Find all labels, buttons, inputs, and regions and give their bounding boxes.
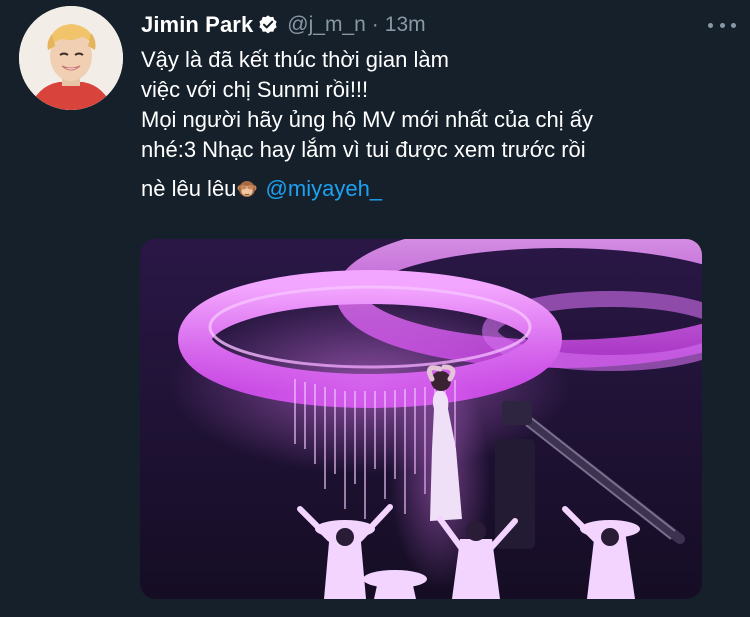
display-name[interactable]: Jimin Park bbox=[141, 12, 253, 38]
tweet-text-line-last: nè lêu lêu @miyayeh_ bbox=[141, 174, 731, 204]
more-options-icon[interactable] bbox=[708, 14, 736, 36]
tweet-text: Vậy là đã kết thúc thời gian làm việc vớ… bbox=[141, 45, 731, 204]
timestamp[interactable]: 13m bbox=[385, 13, 426, 37]
tweet[interactable]: Jimin Park @j_m_n · 13m Vậy là đã kết th… bbox=[0, 0, 750, 617]
tweet-header: Jimin Park @j_m_n · 13m bbox=[141, 9, 426, 41]
tweet-text-line: việc với chị Sunmi rồi!!! bbox=[141, 77, 369, 102]
mention-link[interactable]: @miyayeh_ bbox=[266, 176, 383, 201]
separator-dot: · bbox=[371, 13, 379, 36]
user-handle[interactable]: @j_m_n bbox=[287, 13, 366, 37]
tweet-media-image[interactable] bbox=[140, 239, 702, 599]
see-no-evil-monkey-emoji bbox=[237, 177, 257, 197]
tweet-text-line: Vậy là đã kết thúc thời gian làm bbox=[141, 47, 449, 72]
verified-badge-icon bbox=[257, 14, 279, 36]
tweet-text-line: nhé:3 Nhạc hay lắm vì tui được xem trước… bbox=[141, 137, 586, 162]
tweet-text-line: Mọi người hãy ủng hộ MV mới nhất của chị… bbox=[141, 107, 594, 132]
avatar[interactable] bbox=[19, 6, 123, 110]
tweet-text-fragment: nè lêu lêu bbox=[141, 176, 237, 201]
